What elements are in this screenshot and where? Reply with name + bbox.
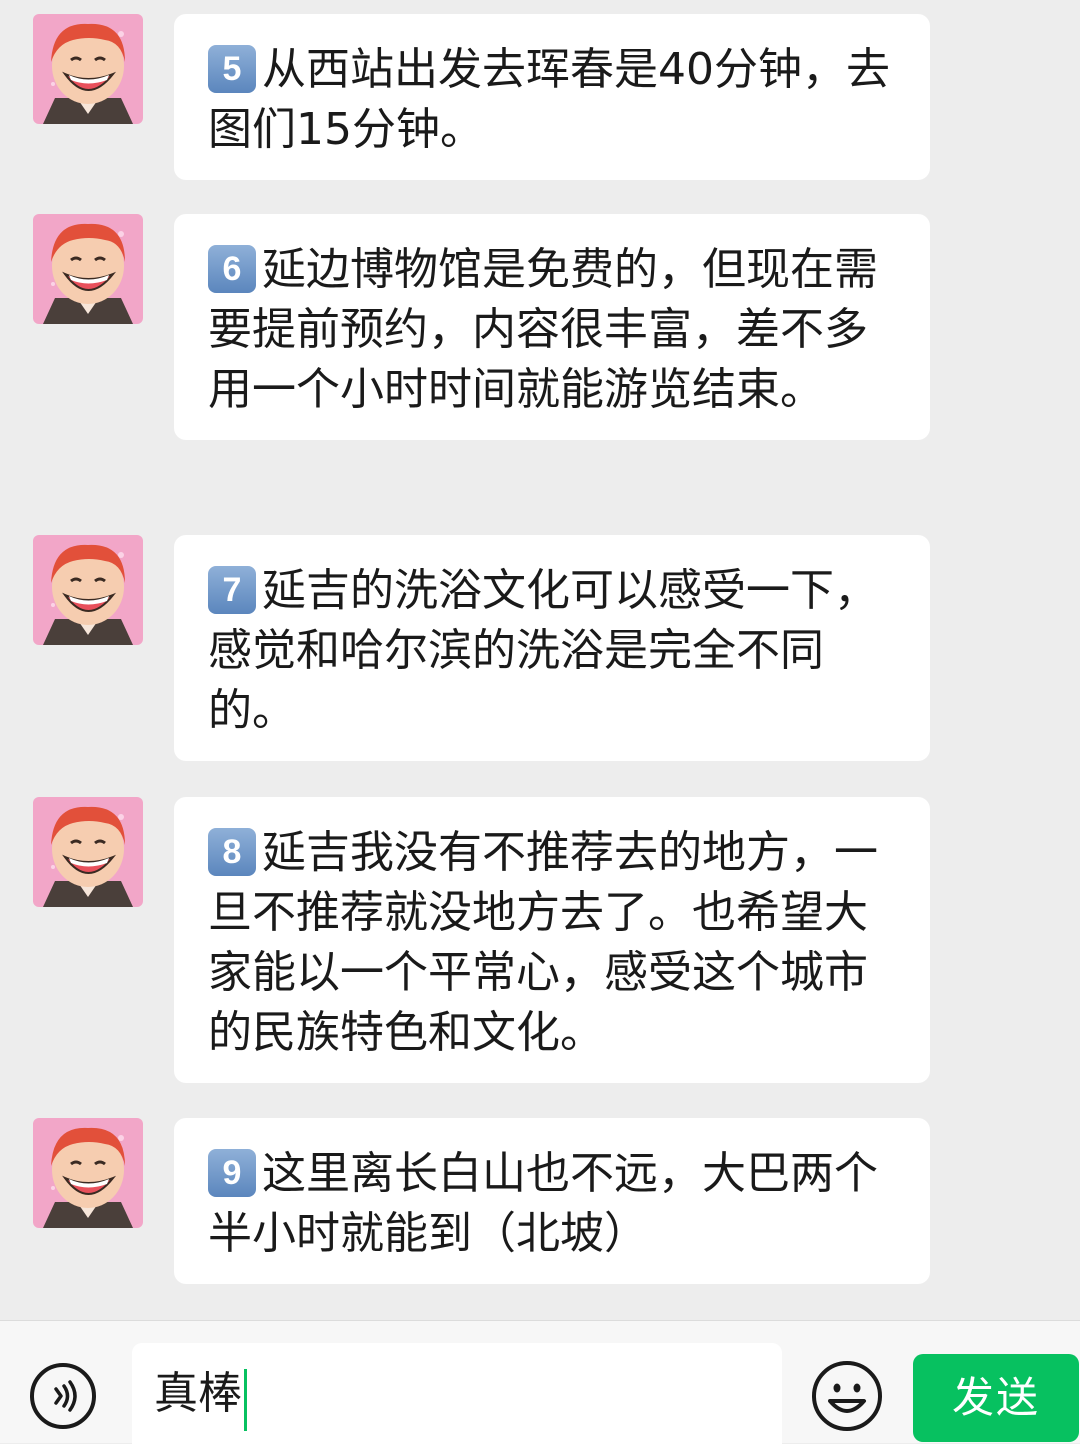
message-body: 延吉的洗浴文化可以感受一下，感觉和哈尔滨的洗浴是完全不同的。 (208, 565, 878, 736)
emoji-icon (812, 1361, 882, 1431)
number-badge-icon: 6 (208, 245, 256, 293)
voice-icon (54, 1380, 77, 1412)
send-button[interactable]: 发送 (913, 1354, 1079, 1442)
chat-message-list[interactable]: 5 从西站出发去珲春是40分钟，去图们15分钟。 6 延边博物馆是免费的，但现在需要… (0, 0, 1080, 1320)
message-text: 7 延吉的洗浴文化可以感受一下，感觉和哈尔滨的洗浴是完全不同的。 (208, 561, 896, 741)
message-body: 延边博物馆是免费的，但现在需要提前预约，内容很丰富，差不多用一个小时时间就能游览… (208, 244, 878, 415)
message-body: 从西站出发去珲春是40分钟，去图们15分钟。 (208, 44, 890, 155)
voice-button[interactable] (30, 1363, 96, 1429)
text-cursor (244, 1368, 247, 1431)
avatar[interactable] (33, 535, 143, 645)
message-input-text: 真棒 (154, 1368, 242, 1419)
avatar[interactable] (33, 797, 143, 907)
avatar[interactable] (33, 214, 143, 324)
message-text: 9 这里离长白山也不远，大巴两个半小时就能到（北坡） (208, 1144, 896, 1264)
message-text: 8 延吉我没有不推荐去的地方，一旦不推荐就没地方去了。也希望大家能以一个平常心，感… (208, 823, 896, 1063)
avatar[interactable] (33, 1118, 143, 1228)
message-text: 6 延边博物馆是免费的，但现在需要提前预约，内容很丰富，差不多用一个小时时间就能游… (208, 240, 896, 420)
message-input[interactable]: 真棒 (132, 1343, 782, 1444)
chat-input-bar: 真棒 发送 (0, 1320, 1080, 1444)
message-bubble[interactable]: 7 延吉的洗浴文化可以感受一下，感觉和哈尔滨的洗浴是完全不同的。 (174, 535, 930, 761)
message-bubble[interactable]: 6 延边博物馆是免费的，但现在需要提前预约，内容很丰富，差不多用一个小时时间就能游… (174, 214, 930, 440)
number-badge-icon: 5 (208, 45, 256, 93)
emoji-button[interactable] (810, 1359, 884, 1433)
number-badge-icon: 8 (208, 828, 256, 876)
message-bubble[interactable]: 5 从西站出发去珲春是40分钟，去图们15分钟。 (174, 14, 930, 180)
message-bubble[interactable]: 9 这里离长白山也不远，大巴两个半小时就能到（北坡） (174, 1118, 930, 1284)
message-bubble[interactable]: 8 延吉我没有不推荐去的地方，一旦不推荐就没地方去了。也希望大家能以一个平常心，感… (174, 797, 930, 1083)
number-badge-icon: 7 (208, 566, 256, 614)
message-body: 延吉我没有不推荐去的地方，一旦不推荐就没地方去了。也希望大家能以一个平常心，感受… (208, 827, 878, 1058)
number-badge-icon: 9 (208, 1149, 256, 1197)
message-text: 5 从西站出发去珲春是40分钟，去图们15分钟。 (208, 40, 896, 160)
avatar[interactable] (33, 14, 143, 124)
message-body: 这里离长白山也不远，大巴两个半小时就能到（北坡） (208, 1148, 878, 1259)
